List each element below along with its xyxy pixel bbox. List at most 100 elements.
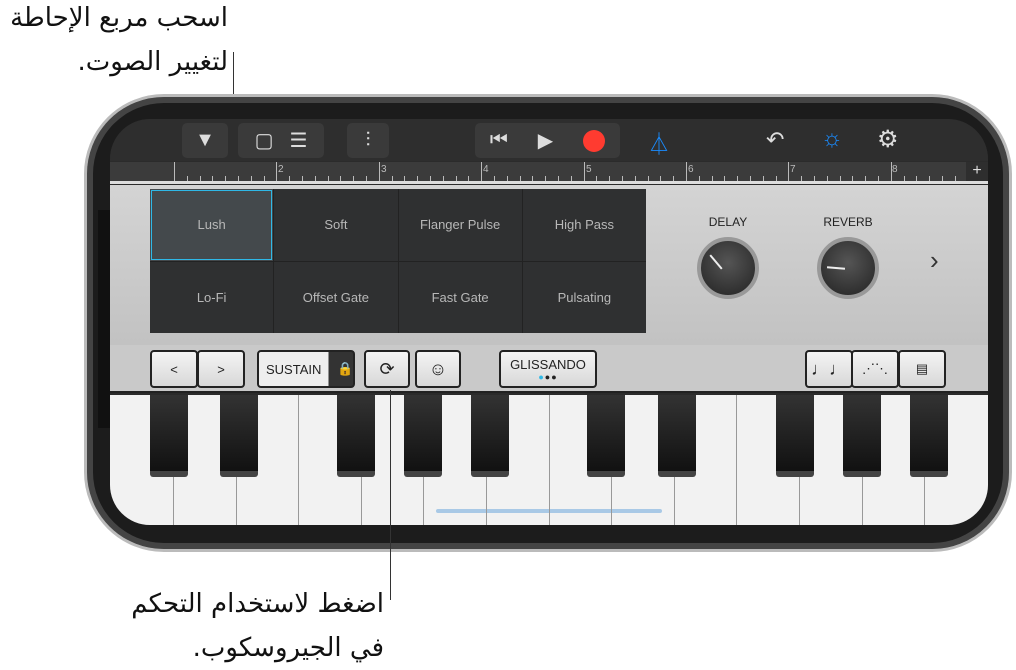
- face-control-button[interactable]: ☺: [415, 350, 461, 388]
- pad-offset-gate[interactable]: Offset Gate: [274, 261, 398, 333]
- notes-icon: ♩♩: [811, 358, 847, 379]
- pad-pulsating[interactable]: Pulsating: [522, 261, 646, 333]
- ruler-tick: [455, 176, 457, 181]
- ruler-tick: [660, 176, 662, 181]
- settings-icon[interactable]: ⚙: [877, 125, 899, 154]
- pad-soft[interactable]: Soft: [274, 189, 398, 261]
- ruler-tick: [852, 176, 854, 181]
- black-key[interactable]: [587, 395, 625, 477]
- ruler-tick: [916, 176, 918, 181]
- notes-button[interactable]: ♩♩: [805, 350, 853, 388]
- undo-icon[interactable]: ↶: [766, 127, 784, 153]
- ruler-tick: [289, 176, 291, 181]
- pad-lo-fi[interactable]: Lo-Fi: [150, 261, 274, 333]
- ruler-tick: [750, 176, 751, 181]
- ruler-tick: [186, 176, 188, 181]
- black-key[interactable]: [337, 395, 375, 477]
- annotation-line: اضغط لاستخدام التحكم: [131, 589, 384, 619]
- my-songs-button[interactable]: ▼: [182, 123, 228, 158]
- reverb-label: REVERB: [823, 215, 873, 229]
- ruler-tick: [417, 176, 419, 181]
- pad-high-pass[interactable]: High Pass: [522, 189, 646, 261]
- ruler-tick: [481, 162, 483, 181]
- brightness-icon[interactable]: ☼: [821, 125, 843, 153]
- ruler-tick: [430, 176, 431, 181]
- keyboard[interactable]: [110, 395, 988, 525]
- ruler-tick: [737, 176, 739, 181]
- ruler-tick: [647, 176, 649, 181]
- annotation-top: اسحب مربع الإحاطة لتغيير الصوت.: [10, 0, 228, 84]
- ruler-tick: [634, 176, 636, 181]
- play-icon[interactable]: ▶: [538, 128, 553, 153]
- sustain-button[interactable]: SUSTAIN 🔒: [257, 350, 355, 388]
- gyroscope-icon: ⟳: [379, 358, 395, 379]
- black-key[interactable]: [404, 395, 442, 477]
- bar-number: 2: [278, 164, 284, 175]
- mixer-icon: ⫶: [365, 129, 371, 151]
- ruler-tick: [366, 176, 367, 181]
- ruler-tick: [468, 176, 470, 181]
- octave-down-button[interactable]: <: [150, 350, 198, 388]
- arpeggiator-icon: ⋰⋱: [862, 361, 888, 376]
- ruler[interactable]: 2 3 4 5 6 7 8 +: [110, 162, 988, 184]
- ruler-tick: [532, 176, 534, 181]
- ruler-tick: [686, 162, 687, 181]
- black-key[interactable]: [776, 395, 814, 477]
- black-key[interactable]: [150, 395, 188, 477]
- ruler-tick: [570, 176, 572, 181]
- sound-grid[interactable]: Lush Soft Flanger Pulse High Pass Lo-Fi …: [150, 189, 646, 333]
- browser-icon[interactable]: ▢: [255, 128, 274, 153]
- ruler-tick: [609, 176, 611, 181]
- octave-up-button[interactable]: >: [197, 350, 245, 388]
- reverb-knob[interactable]: [817, 237, 879, 299]
- ruler-tick: [545, 176, 547, 181]
- view-buttons[interactable]: ▢ ☰: [238, 123, 324, 158]
- pad-flanger-pulse[interactable]: Flanger Pulse: [398, 189, 522, 261]
- metronome-icon[interactable]: ⏃: [648, 127, 670, 159]
- add-section-button[interactable]: +: [966, 162, 988, 181]
- pad-lush[interactable]: Lush: [150, 189, 274, 261]
- delay-label: DELAY: [708, 215, 748, 229]
- glissando-button[interactable]: GLISSANDO ●●●: [499, 350, 597, 388]
- ruler-tick: [506, 176, 508, 181]
- delay-knob[interactable]: [697, 237, 759, 299]
- glissando-label: GLISSANDO: [510, 356, 586, 372]
- ruler-tick: [596, 176, 598, 181]
- gyroscope-button[interactable]: ⟳: [364, 350, 410, 388]
- bar-number: 6: [688, 164, 694, 175]
- ruler-tick: [225, 176, 227, 181]
- black-key[interactable]: [471, 395, 509, 477]
- sound-panel: Lush Soft Flanger Pulse High Pass Lo-Fi …: [110, 185, 988, 345]
- black-key[interactable]: [843, 395, 881, 477]
- ruler-tick: [775, 176, 777, 181]
- ruler-tick: [276, 162, 278, 181]
- scroll-keyboard-button[interactable]: ▤: [898, 350, 946, 388]
- mixer-button[interactable]: ⫶: [347, 123, 389, 158]
- ruler-tick: [929, 176, 931, 181]
- triangle-down-icon: ▼: [195, 129, 215, 151]
- sustain-label: SUSTAIN: [266, 361, 322, 377]
- keyboard-strip-icon: ▤: [915, 361, 929, 376]
- pad-fast-gate[interactable]: Fast Gate: [398, 261, 522, 333]
- tracks-icon[interactable]: ☰: [289, 128, 307, 153]
- ruler-tick: [839, 176, 841, 181]
- mode-dots: ●●●: [538, 371, 558, 382]
- record-icon[interactable]: [583, 129, 606, 152]
- smiley-icon: ☺: [428, 358, 448, 379]
- ruler-tick: [711, 176, 713, 181]
- black-key[interactable]: [910, 395, 948, 477]
- ruler-tick: [378, 162, 380, 181]
- ruler-tick: [442, 176, 444, 181]
- bar-number: 4: [483, 164, 489, 175]
- chevron-right-icon[interactable]: ›: [930, 245, 939, 276]
- lock-icon[interactable]: 🔒: [337, 361, 353, 377]
- ruler-tick: [903, 176, 905, 181]
- black-key[interactable]: [220, 395, 258, 477]
- black-key[interactable]: [658, 395, 696, 477]
- rewind-icon[interactable]: ⏮: [490, 129, 508, 152]
- ruler-tick: [238, 176, 239, 181]
- ruler-tick: [890, 162, 892, 181]
- annotation-line: لتغيير الصوت.: [77, 47, 228, 77]
- arpeggiator-button[interactable]: ⋰⋱: [851, 350, 899, 388]
- ruler-tick: [327, 176, 329, 181]
